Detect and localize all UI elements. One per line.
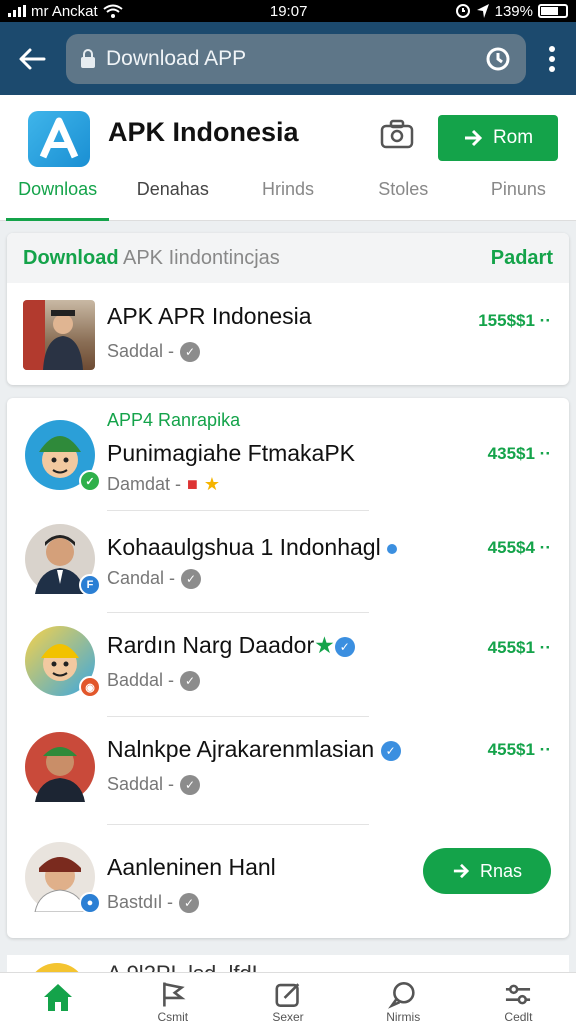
item-subtitle: Saddal - ✓ [107, 341, 201, 362]
item-title: Punimagiahe FtmakaPK [107, 440, 356, 466]
item-title: Aanleninen Hanl [107, 854, 276, 880]
carrier-label: mr Anckat [31, 2, 98, 20]
lock-icon [81, 48, 95, 68]
refresh-icon[interactable] [484, 45, 512, 73]
app-title: APK Indonesia [108, 117, 299, 147]
item-title: Rardın Narg Daador★ ✓ [107, 632, 355, 659]
item-price: 435$1 ·· [487, 444, 551, 463]
check-icon: ✓ [179, 892, 200, 913]
item-subtitle: Bastdıl - ✓ [107, 892, 200, 913]
flag-icon [162, 982, 186, 1007]
install-button[interactable]: Rnas [423, 848, 551, 894]
divider [107, 716, 369, 717]
avatar [25, 732, 95, 802]
item-subtitle: Damdat - ■ ★ [107, 474, 221, 494]
divider [107, 510, 369, 511]
nav-nirmis[interactable]: Nirmis [346, 973, 461, 1024]
signal-icon [8, 5, 26, 17]
item-price: 455$1 ·· [487, 638, 551, 657]
edit-icon [275, 983, 300, 1007]
item-subtitle: Candal - ✓ [107, 568, 202, 589]
verified-icon: ✓ [334, 636, 355, 657]
check-icon: ✓ [181, 568, 202, 589]
item-thumbnail [23, 300, 95, 370]
url-text: Download APP [106, 46, 247, 70]
app-list-card: APP4 Ranrapika ✓ Punimagiahe FtmakaPK Da… [7, 398, 569, 938]
address-bar[interactable]: Download APP [66, 33, 526, 84]
arrow-right-icon [453, 863, 470, 879]
clock: 19:07 [269, 2, 308, 20]
featured-card: Download APK Iindontincjas Padart APK AP… [7, 233, 569, 385]
gift-icon: ■ [187, 474, 198, 494]
tab-downloads[interactable]: Downloas [0, 173, 115, 221]
app-logo [28, 111, 90, 167]
wifi-icon [103, 4, 123, 18]
app-badge-icon: ◉ [79, 676, 101, 698]
tab-pinuns[interactable]: Pinuns [461, 173, 576, 220]
status-bar: mr Anckat 19:07 139% [0, 0, 576, 22]
list-item[interactable]: Nalnkpe Ajrakarenmlasian ✓ Saddal - ✓ 455… [7, 732, 569, 832]
featured-header-bold: Download [23, 246, 119, 269]
item-title: Nalnkpe Ajrakarenmlasian ✓ [107, 736, 401, 763]
chat-icon [388, 982, 415, 1009]
star-icon: ★ [314, 632, 335, 658]
divider [107, 612, 369, 613]
arrow-right-icon [464, 129, 483, 147]
nav-csmit[interactable]: Csmit [115, 973, 230, 1024]
camera-icon[interactable] [380, 119, 414, 149]
list-item[interactable]: APK APR Indonesia Saddal - ✓ 155$$1 ·· [7, 285, 569, 385]
app-badge-icon: ● [79, 892, 101, 914]
verified-icon: ✓ [380, 740, 401, 761]
rom-button[interactable]: Rom [438, 115, 558, 161]
settings-sliders-icon [506, 984, 531, 1005]
person-avatar-icon [35, 747, 85, 802]
verified-icon [387, 543, 398, 554]
list-item[interactable]: ● Aanleninen Hanl Bastdıl - ✓ Rnas [7, 840, 569, 940]
back-button[interactable] [12, 39, 52, 79]
check-icon: ✓ [180, 774, 201, 795]
featured-header: Download APK Iindontincjas Padart [7, 233, 569, 283]
app-badge-icon: ✓ [79, 470, 101, 492]
item-price: 155$$1 ·· [478, 311, 551, 330]
list-item[interactable]: ✓ Punimagiahe FtmakaPK Damdat - ■ ★ 435$1 … [7, 420, 569, 520]
nav-home[interactable] [0, 973, 115, 1024]
battery-percent: 139% [494, 2, 533, 20]
item-price: 455$1 ·· [487, 740, 551, 759]
bottom-navigation: Csmit Sexer Nirmis Cedlt [0, 972, 576, 1024]
nav-cedlt[interactable]: Cedlt [461, 973, 576, 1024]
tab-stoles[interactable]: Stoles [346, 173, 461, 220]
featured-header-text: APK Iindontincjas [123, 246, 280, 269]
app-badge-icon: F [79, 574, 101, 596]
item-price: 455$4 ·· [487, 538, 551, 557]
item-subtitle: Baddal - ✓ [107, 670, 201, 691]
featured-header-link[interactable]: Padart [491, 247, 553, 270]
list-item[interactable]: F Kohaaulgshua 1 Indonhagl Candal - ✓ 455… [7, 524, 569, 624]
tab-hrinds[interactable]: Hrinds [230, 173, 345, 220]
more-menu-icon[interactable] [540, 45, 564, 72]
person-photo-icon [23, 300, 83, 370]
check-icon: ✓ [180, 341, 201, 362]
divider [107, 824, 369, 825]
arrow-left-icon [19, 48, 46, 69]
alarm-icon [455, 4, 470, 18]
home-icon [43, 984, 72, 1011]
nav-sexer[interactable]: Sexer [230, 973, 345, 1024]
browser-toolbar: Download APP [0, 22, 576, 95]
item-subtitle: Saddal - ✓ [107, 774, 201, 795]
item-title: APK APR Indonesia [107, 303, 312, 329]
star-icon: ★ [203, 474, 221, 494]
check-icon: ✓ [180, 670, 201, 691]
battery-icon [537, 4, 568, 18]
item-title: Kohaaulgshua 1 Indonhagl [107, 534, 398, 561]
location-icon [476, 4, 489, 18]
list-item[interactable]: ◉ Rardın Narg Daador★ ✓ Baddal - ✓ 455$1 ·… [7, 626, 569, 726]
app-header: APK Indonesia Rom Downloas Denahas Hrind… [0, 95, 576, 221]
letter-a-logo-icon [39, 117, 79, 159]
category-tabs: Downloas Denahas Hrinds Stoles Pinuns [0, 173, 576, 221]
tab-denahas[interactable]: Denahas [115, 173, 230, 220]
